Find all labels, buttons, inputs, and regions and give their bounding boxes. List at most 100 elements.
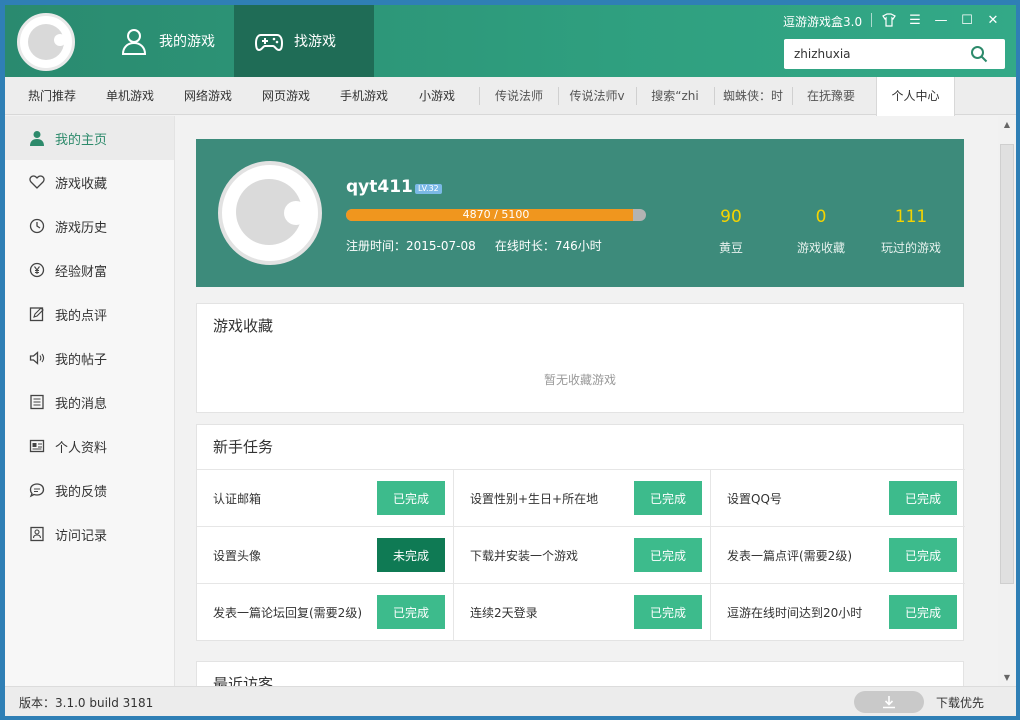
stat-label: 玩过的游戏 [880,241,941,255]
scroll-up-icon[interactable]: ▲ [998,116,1016,133]
task-done-button[interactable]: 已完成 [889,538,957,572]
yen-icon [29,262,45,278]
clock-icon [29,218,45,234]
task-done-button[interactable]: 已完成 [377,481,445,515]
tab-spiderman[interactable]: 蜘蛛侠：时 [722,77,784,115]
sidebar-item-home[interactable]: 我的主页 [5,116,174,160]
profile-meta: 注册时间：2015-07-08 在线时长：746小时 [346,237,602,254]
tab-personal-center[interactable]: 个人中心 [876,77,955,116]
divider [714,87,715,105]
sidebar-item-label: 我的帖子 [55,352,108,368]
menu-icon[interactable]: ☰ [906,9,924,31]
tab-legend-mage-v[interactable]: 传说法师v [566,77,628,115]
task-item: 设置头像 未完成 [197,526,454,583]
sidebar-item-favorites[interactable]: 游戏收藏 [5,160,174,204]
tasks-card: 新手任务 认证邮箱 已完成 设置性别+生日+所在地 已完成 设置QQ号 已完成 设置头像 未完… [196,424,965,641]
task-label: 设置QQ号 [727,491,782,506]
tab-other[interactable]: 在抚豫要 [800,77,862,115]
task-item: 发表一篇点评(需要2级) 已完成 [711,526,965,583]
header: 我的游戏 找游戏 逗游游戏盒3.0 ☰ — ☐ ✕ [5,5,1016,77]
tab-find-games[interactable]: 找游戏 [234,5,374,77]
window-controls: ☰ — ☐ ✕ [871,9,1002,31]
favorites-title: 游戏收藏 [213,317,274,335]
minimize-icon[interactable]: — [932,9,950,31]
stat-beans[interactable]: 90 黄豆 [686,207,776,256]
task-grid: 认证邮箱 已完成 设置性别+生日+所在地 已完成 设置QQ号 已完成 设置头像 未完成 下载并安… [197,469,965,640]
app-logo [17,13,75,71]
tab-mobile[interactable]: 手机游戏 [332,77,396,115]
sidebar-item-label: 我的主页 [55,132,108,148]
task-pending-button[interactable]: 未完成 [377,538,445,572]
profile-banner: qyt411 LV.32 4870 / 5100 注册时间：2015-07-08… [196,139,964,287]
visitors-card: 最近访客 [196,661,964,686]
stat-played[interactable]: 111 玩过的游戏 [866,207,956,256]
sidebar-item-label: 个人资料 [55,440,108,456]
gamepad-icon [254,34,284,52]
download-button[interactable] [854,691,924,713]
divider [636,87,637,105]
search-input[interactable] [784,40,964,68]
sidebar-item-history[interactable]: 游戏历史 [5,204,174,248]
task-done-button[interactable]: 已完成 [634,595,702,629]
task-label: 下载并安装一个游戏 [470,548,579,563]
chat-bubble-icon [29,483,45,498]
sidebar-item-visits[interactable]: 访问记录 [5,512,174,556]
tab-hot[interactable]: 热门推荐 [20,77,84,115]
scroll-thumb[interactable] [1000,144,1014,584]
maximize-icon[interactable]: ☐ [958,9,976,31]
task-item: 发表一篇论坛回复(需要2级) 已完成 [197,583,454,640]
skin-icon[interactable] [880,9,898,31]
sidebar-item-feedback[interactable]: 我的反馈 [5,468,174,512]
visitors-title: 最近访客 [213,675,274,686]
download-priority[interactable]: 下载优先 [936,694,984,711]
sidebar-item-posts[interactable]: 我的帖子 [5,336,174,380]
person-icon [30,131,44,146]
search-box [784,39,1005,69]
task-done-button[interactable]: 已完成 [634,538,702,572]
tab-single[interactable]: 单机游戏 [98,77,162,115]
vertical-scrollbar[interactable]: ▲ ▼ [998,116,1016,686]
sidebar-item-profile[interactable]: 个人资料 [5,424,174,468]
sidebar-item-reviews[interactable]: 我的点评 [5,292,174,336]
tab-web[interactable]: 网页游戏 [254,77,318,115]
download-icon [883,696,895,709]
sidebar-item-label: 游戏历史 [55,220,108,236]
favorites-card: 游戏收藏 暂无收藏游戏 [196,303,964,413]
task-done-button[interactable]: 已完成 [889,481,957,515]
task-done-button[interactable]: 已完成 [377,595,445,629]
heart-icon [29,175,45,189]
tab-find-games-label: 找游戏 [294,34,336,50]
task-item: 认证邮箱 已完成 [197,469,454,526]
tasks-title: 新手任务 [213,438,274,456]
stat-value: 0 [815,207,827,227]
online-time: 在线时长：746小时 [494,239,602,253]
sidebar: 我的主页 游戏收藏 游戏历史 经验财富 我的点评 我的帖子 我的消息 个人资料 [5,116,175,686]
task-done-button[interactable]: 已完成 [889,595,957,629]
tab-online[interactable]: 网络游戏 [176,77,240,115]
divider [871,13,872,27]
search-icon[interactable] [964,40,994,68]
status-bar: 版本：3.1.0 build 3181 下载优先 [5,686,1016,716]
tab-legend-mage[interactable]: 传说法师 [488,77,550,115]
divider [479,87,480,105]
level-badge: LV.32 [415,184,442,194]
task-item: 下载并安装一个游戏 已完成 [454,526,711,583]
tab-mini[interactable]: 小游戏 [410,77,464,115]
task-label: 发表一篇点评(需要2级) [727,548,852,563]
task-label: 连续2天登录 [470,605,538,620]
tab-my-games[interactable]: 我的游戏 [99,5,239,77]
sidebar-item-messages[interactable]: 我的消息 [5,380,174,424]
category-tabs: 热门推荐 单机游戏 网络游戏 网页游戏 手机游戏 小游戏 传说法师 传说法师v … [5,77,1016,116]
tab-search[interactable]: 搜索“zhi [644,77,706,115]
xp-progress-bar: 4870 / 5100 [346,209,646,221]
task-done-button[interactable]: 已完成 [634,481,702,515]
close-icon[interactable]: ✕ [984,9,1002,31]
register-date: 注册时间：2015-07-08 [346,239,476,253]
app-title: 逗游游戏盒3.0 [783,15,863,29]
sidebar-item-wealth[interactable]: 经验财富 [5,248,174,292]
avatar[interactable] [218,161,322,265]
stat-value: 90 [720,207,742,227]
message-icon [30,394,44,410]
stat-favorites[interactable]: 0 游戏收藏 [776,207,866,256]
scroll-down-icon[interactable]: ▼ [998,669,1016,686]
